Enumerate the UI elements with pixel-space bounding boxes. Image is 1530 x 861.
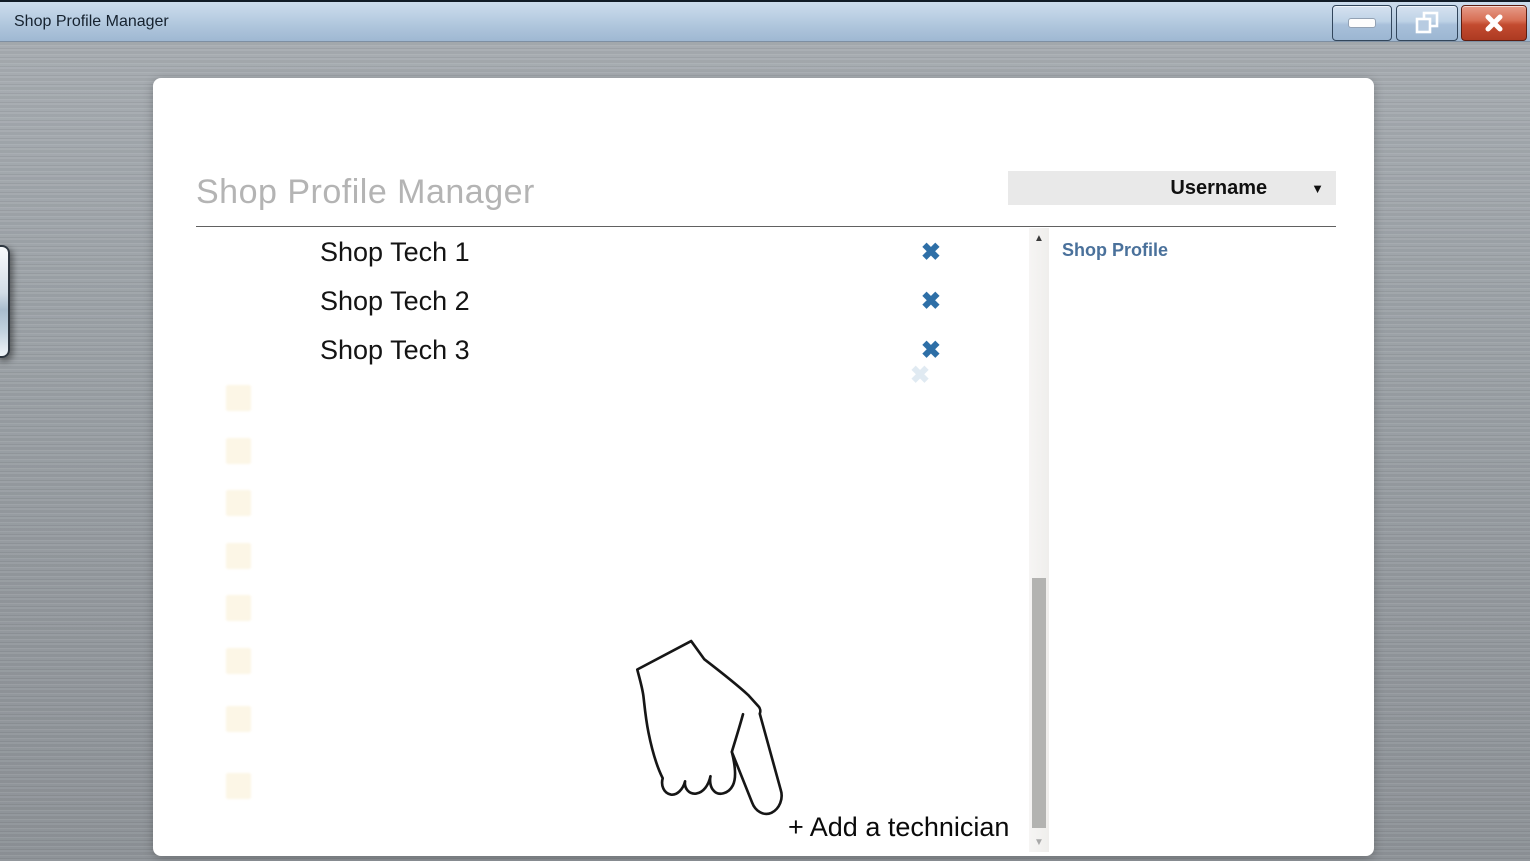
restore-button[interactable] [1396, 5, 1458, 41]
ghost-artifact [226, 385, 251, 411]
vertical-scrollbar[interactable]: ▲ ▼ [1029, 228, 1049, 852]
add-technician-link[interactable]: + Add a technician [788, 812, 1009, 843]
technician-row: Shop Tech 1 ✖ [196, 228, 1029, 277]
restore-icon [1415, 11, 1439, 34]
technician-row: Shop Tech 3 ✖ [196, 326, 1029, 375]
ghost-artifact [226, 648, 251, 674]
delete-technician-icon[interactable]: ✖ [921, 338, 941, 363]
username-dropdown-value: Username [1170, 176, 1268, 199]
scroll-up-icon[interactable]: ▲ [1029, 232, 1049, 246]
scroll-down-icon[interactable]: ▼ [1029, 836, 1049, 850]
delete-technician-icon[interactable]: ✖ [921, 289, 941, 314]
chevron-down-icon: ▼ [1311, 180, 1324, 196]
faded-delete-icon: ✖ [910, 362, 931, 389]
scrollbar-thumb[interactable] [1032, 578, 1046, 828]
header-divider [196, 226, 1336, 227]
ghost-artifact [226, 706, 251, 732]
close-icon [1485, 14, 1503, 32]
technician-name: Shop Tech 1 [320, 237, 470, 267]
edge-flyout-tab[interactable] [0, 245, 10, 358]
page-title: Shop Profile Manager [196, 173, 535, 211]
ghost-artifact [226, 438, 251, 464]
technician-list: Shop Tech 1 ✖ Shop Tech 2 ✖ Shop Tech 3 … [196, 228, 1029, 854]
shop-profile-label: Shop Profile [1062, 240, 1169, 260]
shop-profile-manager-dialog: Shop Profile Manager Username ▼ Shop Tec… [153, 78, 1374, 856]
ghost-artifact [226, 490, 251, 516]
titlebar: Shop Profile Manager [0, 0, 1530, 42]
minimize-icon [1348, 18, 1376, 28]
username-dropdown[interactable]: Username ▼ [1008, 171, 1336, 205]
delete-technician-icon[interactable]: ✖ [921, 240, 941, 265]
technician-name: Shop Tech 2 [320, 286, 470, 316]
minimize-button[interactable] [1332, 5, 1392, 41]
ghost-artifact [226, 595, 251, 621]
ghost-artifact [226, 773, 251, 799]
close-button[interactable] [1461, 5, 1527, 41]
window-title: Shop Profile Manager [14, 13, 169, 30]
technician-name: Shop Tech 3 [320, 335, 470, 365]
ghost-artifact [226, 543, 251, 569]
technician-row: Shop Tech 2 ✖ [196, 277, 1029, 326]
